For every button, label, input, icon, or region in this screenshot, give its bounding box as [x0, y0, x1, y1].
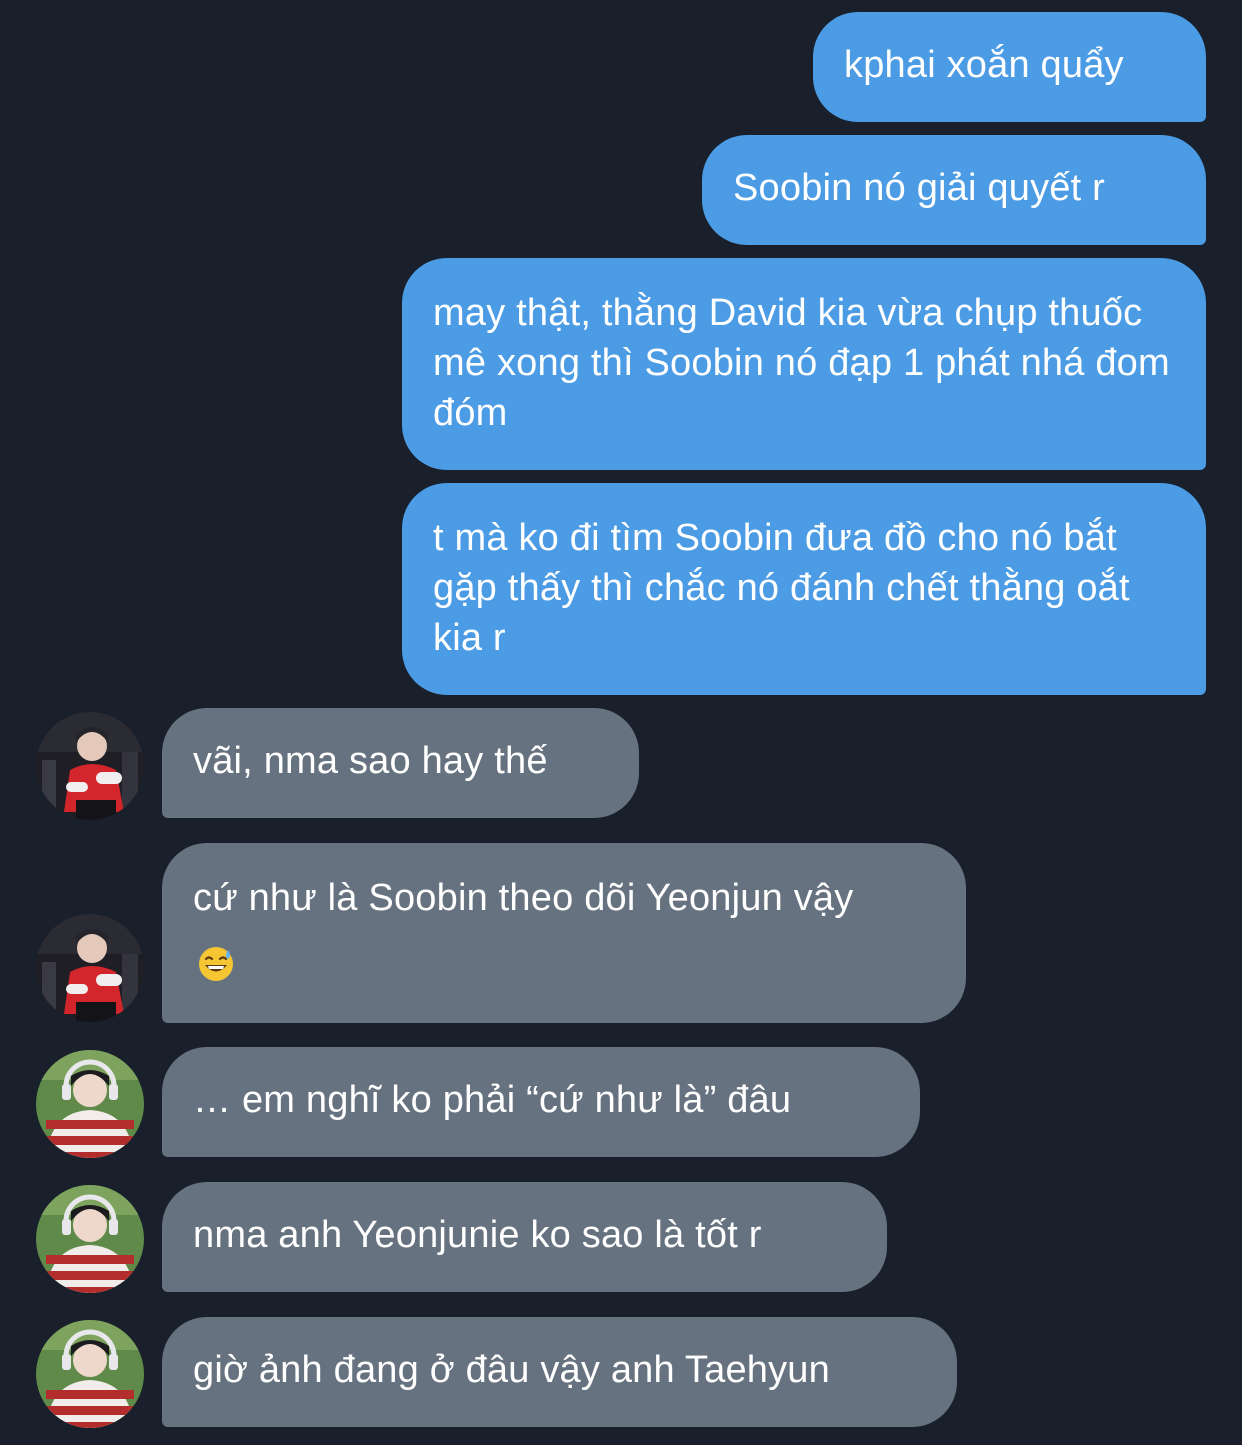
message-text: kphai xoắn quẩy	[844, 44, 1124, 86]
message-bubble-incoming[interactable]: … em nghĩ ko phải “cứ như là” đâu	[162, 1047, 920, 1157]
message-bubble-outgoing[interactable]: t mà ko đi tìm Soobin đưa đồ cho nó bắt …	[402, 483, 1206, 695]
message-text: … em nghĩ ko phải “cứ như là” đâu	[193, 1079, 792, 1121]
grinning-sweat-emoji-icon	[197, 945, 235, 983]
sender-avatar[interactable]	[36, 1320, 144, 1428]
sender-avatar[interactable]	[36, 914, 144, 1022]
message-bubble-outgoing[interactable]: kphai xoắn quẩy	[813, 12, 1206, 122]
message-text: cứ như là Soobin theo dõi Yeonjun vậy	[193, 877, 854, 919]
avatar-red-jacket-icon	[36, 712, 144, 820]
avatar-striped-sweater-icon	[36, 1185, 144, 1293]
message-bubble-outgoing[interactable]: Soobin nó giải quyết r	[702, 135, 1206, 245]
message-text: vãi, nma sao hay thế	[193, 740, 548, 782]
sender-avatar[interactable]	[36, 1185, 144, 1293]
message-text: giờ ảnh đang ở đâu vậy anh Taehyun	[193, 1349, 830, 1391]
message-bubble-outgoing[interactable]: may thật, thằng David kia vừa chụp thuốc…	[402, 258, 1206, 470]
avatar-striped-sweater-icon	[36, 1050, 144, 1158]
message-bubble-incoming[interactable]: cứ như là Soobin theo dõi Yeonjun vậy	[162, 843, 966, 1023]
message-text: may thật, thằng David kia vừa chụp thuốc…	[433, 292, 1170, 434]
sender-avatar[interactable]	[36, 712, 144, 820]
message-text: nma anh Yeonjunie ko sao là tốt r	[193, 1214, 762, 1256]
avatar-red-jacket-icon	[36, 914, 144, 1022]
message-text: t mà ko đi tìm Soobin đưa đồ cho nó bắt …	[433, 517, 1130, 659]
sender-avatar[interactable]	[36, 1050, 144, 1158]
avatar-striped-sweater-icon	[36, 1320, 144, 1428]
chat-thread: kphai xoắn quẩy Soobin nó giải quyết r m…	[0, 0, 1242, 1445]
message-bubble-incoming[interactable]: giờ ảnh đang ở đâu vậy anh Taehyun	[162, 1317, 957, 1427]
message-text: Soobin nó giải quyết r	[733, 167, 1105, 209]
message-bubble-incoming[interactable]: nma anh Yeonjunie ko sao là tốt r	[162, 1182, 887, 1292]
message-bubble-incoming[interactable]: vãi, nma sao hay thế	[162, 708, 639, 818]
